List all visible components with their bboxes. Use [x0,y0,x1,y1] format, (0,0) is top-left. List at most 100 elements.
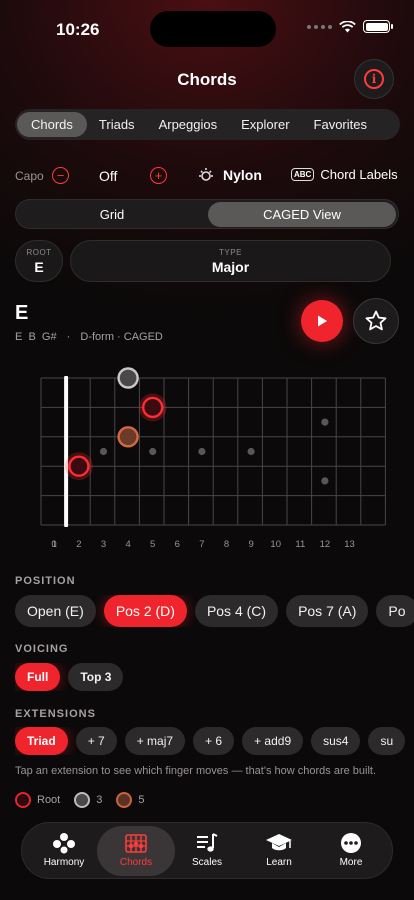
play-icon [318,315,327,327]
type-selector[interactable]: TYPE Major [70,240,391,282]
tab-bar: Harmony Chords Scales Learn More [21,822,393,879]
extension-6[interactable]: + 6 [193,727,235,755]
type-value: Major [211,259,250,275]
extension-sus2[interactable]: su [368,727,406,755]
extension-sus4[interactable]: sus4 [311,727,361,755]
capo-value: Off [99,168,118,184]
chord-notes: E B G# [15,331,57,343]
fret-number: 6 [175,539,180,550]
legend-third-label: 3 [96,794,103,806]
inlay-dot [149,447,157,456]
info-icon: i [364,69,384,89]
wifi-icon [339,20,356,32]
legend-root-label: Root [37,794,61,806]
graduation-cap-icon [266,834,292,851]
extension-maj7[interactable]: + maj7 [124,727,186,755]
inlay-dot [321,418,329,426]
chord-shape: D-form · CAGED [80,331,163,343]
battery-icon [363,20,393,33]
extension-triad[interactable]: Triad [15,727,68,755]
position-open[interactable]: Open (E) [15,595,96,627]
voicing-top3[interactable]: Top 3 [68,663,124,691]
separator: · [66,331,71,343]
fret-number: 5 [150,539,155,550]
fret-number: 3 [101,539,106,550]
position-7[interactable]: Pos 7 (A) [286,595,369,627]
tone-label: Nylon [223,167,262,183]
page-title: Chords [177,70,237,89]
tab-favorites[interactable]: Favorites [302,112,379,137]
fret-number: 7 [199,539,204,550]
fretboard[interactable]: 01 2 3 4 5 6 7 8 9 10 11 12 13 [0,360,414,555]
tabbar-chords-label: Chords [119,857,153,868]
fret-number: 2 [76,539,81,550]
view-grid-button[interactable]: Grid [18,202,206,227]
chord-labels-text: Chord Labels [320,167,398,182]
fret-number: 13 [344,539,355,550]
position-chips: Open (E) Pos 2 (D) Pos 4 (C) Pos 7 (A) P… [15,595,414,627]
tabbar-more-label: More [339,857,363,868]
inlay-dot [198,447,206,456]
tabbar-chords[interactable]: Chords [97,826,175,876]
mode-tabs: Chords Triads Arpeggios Explorer Favorit… [15,109,400,140]
fret-number: 12 [320,539,331,550]
capo-label: Capo [15,169,44,183]
nut [64,376,69,527]
note-third [117,367,139,389]
position-2[interactable]: Pos 2 (D) [103,595,187,627]
chord-name: E [15,302,29,324]
position-more[interactable]: Po [376,595,414,627]
root-caption: ROOT [26,248,52,257]
tabbar-learn-label: Learn [266,857,292,868]
legend-fifth-label: 5 [138,794,145,806]
play-button[interactable] [301,300,343,342]
capo-decrease-button[interactable]: − [52,167,69,184]
scales-icon [197,833,218,852]
tabbar-more[interactable]: More [315,826,387,876]
minus-icon: − [56,168,65,183]
note-root [141,396,164,419]
tab-triads[interactable]: Triads [87,112,147,137]
legend: Root 3 5 [15,792,145,808]
view-caged-button[interactable]: CAGED View [208,202,396,227]
tone-button[interactable]: Nylon [197,166,262,184]
view-toggle: Grid CAGED View [15,199,399,229]
root-selector[interactable]: ROOT E [15,240,63,282]
harmony-icon [53,833,75,854]
extensions-label: EXTENSIONS [15,708,96,720]
chord-subtitle: E B G# · D-form · CAGED [15,331,163,343]
favorite-button[interactable] [353,298,399,344]
more-icon [341,833,361,853]
voicing-label: VOICING [15,643,69,655]
tab-arpeggios[interactable]: Arpeggios [147,112,230,137]
tabbar-scales-label: Scales [191,857,222,868]
voicing-full[interactable]: Full [15,663,61,691]
extension-add9[interactable]: + add9 [242,727,304,755]
tabbar-harmony-label: Harmony [43,857,85,868]
status-icons [307,20,393,33]
tab-explorer[interactable]: Explorer [229,112,301,137]
chords-icon [125,834,147,853]
signal-icon [307,24,332,29]
tab-chords[interactable]: Chords [17,112,87,137]
type-caption: TYPE [219,248,242,257]
capo-increase-button[interactable]: + [150,167,167,184]
info-button[interactable]: i [354,59,394,99]
position-4[interactable]: Pos 4 (C) [194,595,279,627]
tabbar-scales[interactable]: Scales [171,826,243,876]
tabbar-harmony[interactable]: Harmony [28,826,100,876]
status-time: 10:26 [56,20,100,39]
fret-number: 11 [295,539,305,550]
fret-number: 1 [52,539,57,550]
legend-fifth-swatch [116,792,133,808]
tabbar-learn[interactable]: Learn [243,826,315,876]
legend-root-swatch [15,792,31,808]
chord-labels-toggle[interactable]: ABC Chord Labels [291,167,398,182]
inlay-dot [247,447,255,456]
note-fifth [117,426,139,448]
abc-icon: ABC [291,168,315,181]
extension-7[interactable]: + 7 [75,727,117,755]
root-value: E [34,259,44,275]
sun-icon [199,168,213,181]
star-icon [365,310,387,331]
